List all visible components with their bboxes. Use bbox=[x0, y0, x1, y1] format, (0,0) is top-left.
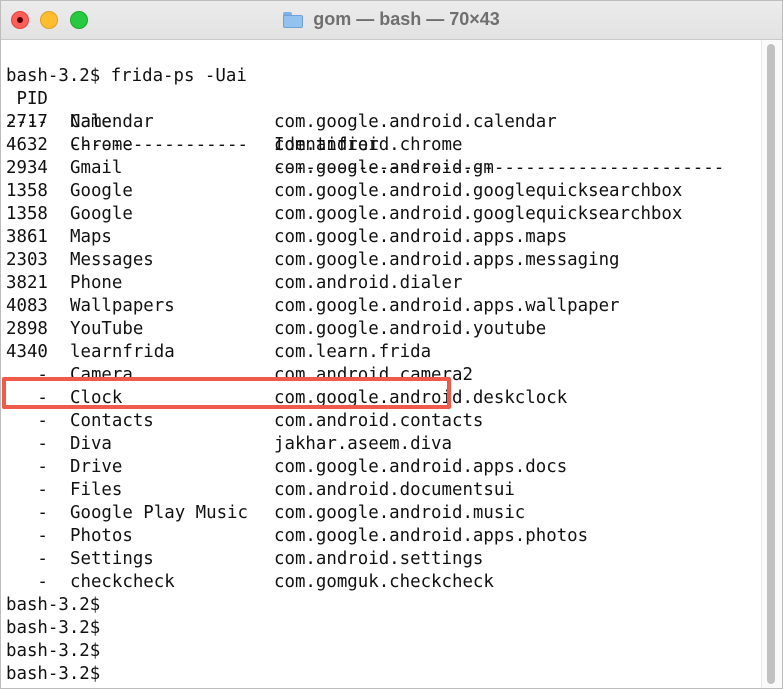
process-pid: - bbox=[6, 503, 48, 523]
process-identifier: com.google.android.apps.docs bbox=[274, 457, 568, 477]
process-identifier: com.android.dialer bbox=[274, 273, 463, 293]
process-pid: - bbox=[6, 411, 48, 431]
process-name: Phone bbox=[70, 273, 123, 293]
process-identifier: com.google.android.apps.wallpaper bbox=[274, 296, 620, 316]
prompt-line: bash-3.2$ bbox=[1, 594, 761, 617]
window-title: gom — bash — 70×43 bbox=[313, 9, 500, 29]
process-name: Files bbox=[70, 480, 123, 500]
process-name: Contacts bbox=[70, 411, 154, 431]
process-name: Google Play Music bbox=[70, 503, 248, 523]
process-name: Diva bbox=[70, 434, 112, 454]
title-bar[interactable]: gom — bash — 70×43 bbox=[1, 1, 782, 40]
process-pid: - bbox=[6, 480, 48, 500]
folder-icon bbox=[283, 11, 304, 28]
process-identifier: jakhar.aseem.diva bbox=[274, 434, 452, 454]
process-row: - Drive com.google.android.apps.docs bbox=[1, 456, 761, 479]
process-pid: 2303 bbox=[6, 250, 48, 270]
process-row: 4340 learnfrida com.learn.frida bbox=[1, 341, 761, 364]
command-line: bash-3.2$ frida-ps -Uai bbox=[1, 42, 761, 86]
process-name: Calendar bbox=[70, 112, 154, 132]
process-name: Settings bbox=[70, 549, 154, 569]
process-pid: 3821 bbox=[6, 273, 48, 293]
process-pid: 4340 bbox=[6, 342, 48, 362]
process-row: 2717 Calendar com.google.android.calendar bbox=[1, 111, 761, 134]
process-row: 2898 YouTube com.google.android.youtube bbox=[1, 318, 761, 341]
process-pid: 1358 bbox=[6, 181, 48, 201]
process-pid: - bbox=[6, 549, 48, 569]
process-pid: - bbox=[6, 526, 48, 546]
process-name: Google bbox=[70, 181, 133, 201]
process-identifier: com.google.android.apps.photos bbox=[274, 526, 589, 546]
process-pid: 2717 bbox=[6, 112, 48, 132]
process-row: 2303 Messages com.google.android.apps.mess… bbox=[1, 249, 761, 272]
process-name: checkcheck bbox=[70, 572, 175, 592]
process-row: - Diva jakhar.aseem.diva bbox=[1, 433, 761, 456]
process-identifier: com.learn.frida bbox=[274, 342, 432, 362]
process-identifier: com.google.android.googlequicksearchbox bbox=[274, 181, 683, 201]
process-pid: - bbox=[6, 572, 48, 592]
process-row: 4632 Chrome com.android.chrome bbox=[1, 134, 761, 157]
process-name: Photos bbox=[70, 526, 133, 546]
process-identifier: com.google.android.calendar bbox=[274, 112, 557, 132]
terminal-window: gom — bash — 70×43 bash-3.2$ frida-ps -U… bbox=[0, 0, 783, 689]
process-row: 3861 Maps com.google.android.apps.maps bbox=[1, 226, 761, 249]
process-name: Wallpapers bbox=[70, 296, 175, 316]
process-name: Drive bbox=[70, 457, 123, 477]
process-name: learnfrida bbox=[70, 342, 175, 362]
window-title-area: gom — bash — 70×43 bbox=[1, 9, 782, 31]
process-identifier: com.android.documentsui bbox=[274, 480, 515, 500]
process-identifier: com.gomguk.checkcheck bbox=[274, 572, 494, 592]
process-pid: 4083 bbox=[6, 296, 48, 316]
process-row: 3821 Phone com.android.dialer bbox=[1, 272, 761, 295]
process-row: 1358 Google com.google.android.googlequick… bbox=[1, 203, 761, 226]
process-identifier: com.google.android.apps.messaging bbox=[274, 250, 620, 270]
process-identifier: com.google.android.gm bbox=[274, 158, 494, 178]
process-name: Gmail bbox=[70, 158, 123, 178]
prompt-text: bash-3.2$ bbox=[6, 664, 101, 684]
learnfrida-highlight-box bbox=[2, 377, 451, 409]
process-name: Maps bbox=[70, 227, 112, 247]
process-identifier: com.android.contacts bbox=[274, 411, 484, 431]
process-pid: 1358 bbox=[6, 204, 48, 224]
process-identifier: com.google.android.apps.maps bbox=[274, 227, 568, 247]
process-pid: 4632 bbox=[6, 135, 48, 155]
table-header: PID Name Identifier bbox=[1, 65, 761, 155]
process-row: - Files com.android.documentsui bbox=[1, 479, 761, 502]
process-row: - Contacts com.android.contacts bbox=[1, 410, 761, 433]
process-name: YouTube bbox=[70, 319, 144, 339]
process-row: 2934 Gmail com.google.android.gm bbox=[1, 157, 761, 180]
process-pid: - bbox=[6, 457, 48, 477]
process-pid: 2898 bbox=[6, 319, 48, 339]
process-identifier: com.android.settings bbox=[274, 549, 484, 569]
prompt-text: bash-3.2$ bbox=[6, 641, 101, 661]
process-row: - checkcheck com.gomguk.checkcheck bbox=[1, 571, 761, 594]
process-name: Messages bbox=[70, 250, 154, 270]
process-row: - Settings com.android.settings bbox=[1, 548, 761, 571]
process-identifier: com.android.chrome bbox=[274, 135, 463, 155]
prompt-text: bash-3.2$ bbox=[6, 595, 101, 615]
process-row: - Google Play Music com.google.android.mus… bbox=[1, 502, 761, 525]
prompt-text: bash-3.2$ bbox=[6, 618, 101, 638]
process-row: - Photos com.google.android.apps.photos bbox=[1, 525, 761, 548]
process-pid: 2934 bbox=[6, 158, 48, 178]
process-identifier: com.google.android.googlequicksearchbox bbox=[274, 204, 683, 224]
process-pid: 3861 bbox=[6, 227, 48, 247]
table-separator: ---- ----------------- -----------------… bbox=[1, 88, 761, 178]
scrollbar-thumb[interactable] bbox=[767, 44, 775, 684]
process-name: Chrome bbox=[70, 135, 133, 155]
prompt-line: bash-3.2$ bbox=[1, 617, 761, 640]
process-identifier: com.google.android.music bbox=[274, 503, 526, 523]
terminal-output[interactable]: bash-3.2$ frida-ps -Uai PID Name Identif… bbox=[1, 40, 761, 688]
process-pid: - bbox=[6, 434, 48, 454]
process-identifier: com.google.android.youtube bbox=[274, 319, 547, 339]
process-name: Google bbox=[70, 204, 133, 224]
vertical-scrollbar[interactable] bbox=[761, 40, 782, 688]
process-row: 4083 Wallpapers com.google.android.apps.wa… bbox=[1, 295, 761, 318]
prompt-line: bash-3.2$ bbox=[1, 663, 761, 686]
prompt-line: bash-3.2$ bbox=[1, 640, 761, 663]
process-row: 1358 Google com.google.android.googlequick… bbox=[1, 180, 761, 203]
